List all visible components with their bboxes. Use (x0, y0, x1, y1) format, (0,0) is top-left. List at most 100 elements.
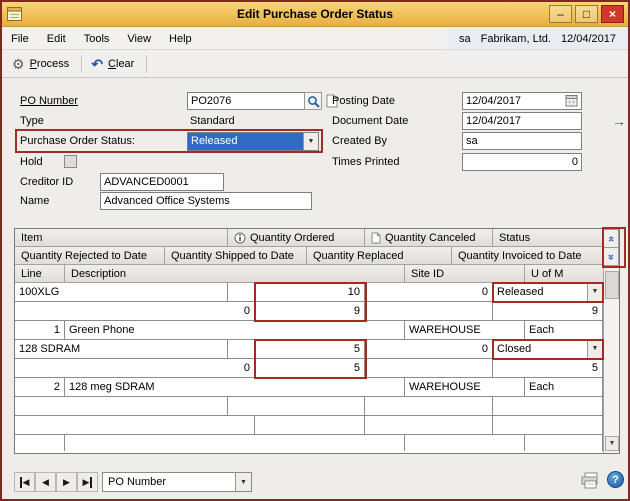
description-cell[interactable]: Green Phone (65, 321, 405, 339)
description-cell[interactable]: 128 meg SDRAM (65, 378, 405, 396)
line-number-cell: 1 (15, 321, 65, 339)
col-header-qty-shipped[interactable]: Quantity Shipped to Date (165, 247, 307, 265)
document-date-field[interactable]: 12/04/2017 (462, 112, 582, 130)
nav-next-record-button[interactable]: ▶ (56, 472, 77, 492)
scrollbar-down-arrow[interactable]: ▼ (605, 436, 619, 451)
print-button[interactable] (580, 472, 601, 492)
col-header-qty-rejected[interactable]: Quantity Rejected to Date (15, 247, 165, 265)
toolbar-separator (146, 55, 148, 73)
item-number-cell[interactable]: 100XLG (15, 283, 228, 301)
menu-edit[interactable]: Edit (38, 28, 75, 49)
menu-help[interactable]: Help (160, 28, 201, 49)
col-header-description-label: Description (71, 267, 127, 280)
col-header-line[interactable]: Line (15, 265, 65, 283)
line-number-cell: 2 (15, 378, 65, 396)
uom-cell[interactable]: Each (525, 321, 603, 339)
hold-checkbox[interactable] (64, 155, 77, 168)
qty-invoiced-cell[interactable]: 5 (493, 359, 603, 377)
close-button[interactable]: × (601, 5, 624, 23)
posting-date-field[interactable]: 12/04/2017 (462, 92, 582, 110)
title-bar: Edit Purchase Order Status – □ × (2, 2, 628, 27)
po-status-dropdown[interactable]: Released ▼ (187, 132, 319, 151)
menu-file[interactable]: File (2, 28, 38, 49)
item-row-2a: 128 SDRAM 5 0 Closed ▼ (15, 340, 603, 359)
po-lookup-button[interactable] (304, 92, 322, 110)
calendar-icon[interactable] (565, 94, 578, 110)
dropdown-arrow-icon[interactable]: ▼ (235, 473, 251, 491)
browse-by-value: PO Number (108, 476, 167, 488)
qty-canceled-cell[interactable]: 0 (365, 340, 493, 358)
line-items-grid: Item Quantity Ordered Quantity Canceled … (14, 228, 620, 454)
nav-first-record-button[interactable]: ◀ (14, 472, 35, 492)
item-row-1c: 1 Green Phone WAREHOUSE Each (15, 321, 603, 340)
scrollbar-thumb[interactable] (605, 271, 619, 299)
qty-replaced-cell[interactable] (365, 359, 493, 377)
nav-previous-record-button[interactable]: ◀ (35, 472, 56, 492)
next-record-icon: ▶ (63, 476, 70, 487)
qty-rejected-cell[interactable]: 0 (15, 302, 255, 320)
session-date[interactable]: 12/04/2017 (561, 33, 616, 45)
printer-icon (581, 472, 598, 489)
empty-row[interactable] (15, 435, 603, 451)
col-header-item[interactable]: Item (15, 229, 228, 247)
site-id-cell[interactable]: WAREHOUSE (405, 321, 525, 339)
col-header-uom[interactable]: U of M (525, 265, 603, 283)
col-header-description[interactable]: Description (65, 265, 405, 283)
col-header-qty-ordered[interactable]: Quantity Ordered (228, 229, 365, 247)
row-status-dropdown[interactable]: Closed ▼ (493, 340, 603, 358)
qty-ordered-cell[interactable]: 10 (228, 283, 365, 301)
vertical-scrollbar[interactable]: ▼ (603, 267, 619, 453)
process-label: Process (29, 58, 70, 70)
expansion-arrow-icon[interactable]: → (612, 113, 626, 129)
empty-row[interactable] (15, 397, 603, 416)
clear-label: Clear (108, 58, 135, 70)
qty-invoiced-cell[interactable]: 9 (493, 302, 603, 320)
browse-by-combobox[interactable]: PO Number ▼ (102, 472, 252, 492)
clear-button[interactable]: ↶ Clear (86, 55, 142, 73)
col-header-status[interactable]: Status (493, 229, 603, 247)
col-header-qty-ordered-label: Quantity Ordered (250, 231, 335, 244)
po-number-label[interactable]: PO Number (20, 95, 78, 107)
site-id-cell[interactable]: WAREHOUSE (405, 378, 525, 396)
row-status-dropdown[interactable]: Released ▼ (493, 283, 603, 301)
item-row-2b: 0 5 5 (15, 359, 603, 378)
col-header-qty-replaced[interactable]: Quantity Replaced (307, 247, 452, 265)
po-number-field[interactable]: PO2076 (187, 92, 305, 110)
qty-shipped-cell[interactable]: 9 (255, 302, 365, 320)
qty-ordered-cell[interactable]: 5 (228, 340, 365, 358)
qty-rejected-cell[interactable]: 0 (15, 359, 255, 377)
qty-shipped-cell[interactable]: 5 (255, 359, 365, 377)
po-status-label: Purchase Order Status: (20, 135, 135, 147)
col-header-status-label: Status (499, 231, 531, 244)
clear-undo-icon: ↶ (91, 56, 104, 72)
col-header-qty-canceled[interactable]: Quantity Canceled (365, 229, 493, 247)
minimize-button[interactable]: – (549, 5, 572, 23)
chevron-up-icon: « (605, 235, 617, 242)
qty-replaced-cell[interactable] (365, 302, 493, 320)
menu-tools[interactable]: Tools (75, 28, 119, 49)
process-button[interactable]: ⚙ Process (7, 55, 77, 73)
dropdown-arrow-icon[interactable]: ▼ (587, 340, 602, 358)
nav-last-record-button[interactable]: ▶ (77, 472, 98, 492)
dropdown-arrow-icon[interactable]: ▼ (303, 133, 318, 150)
help-button[interactable]: ? (607, 471, 624, 488)
scroll-prev-item-button[interactable]: « (603, 229, 619, 248)
menu-view[interactable]: View (118, 28, 160, 49)
previous-record-icon: ◀ (42, 476, 49, 487)
grid-side-controls: « « ▼ (603, 229, 619, 453)
maximize-button[interactable]: □ (575, 5, 598, 23)
qty-canceled-cell[interactable]: 0 (365, 283, 493, 301)
creditor-id-field[interactable]: ADVANCED0001 (100, 173, 224, 191)
col-header-site-id[interactable]: Site ID (405, 265, 525, 283)
name-field[interactable]: Advanced Office Systems (100, 192, 312, 210)
posting-date-label: Posting Date (332, 95, 395, 107)
uom-cell[interactable]: Each (525, 378, 603, 396)
col-header-qty-invoiced[interactable]: Quantity Invoiced to Date (452, 247, 603, 265)
dropdown-arrow-icon[interactable]: ▼ (587, 283, 602, 301)
scroll-next-item-button[interactable]: « (603, 247, 619, 266)
process-gear-icon: ⚙ (12, 56, 25, 72)
session-company[interactable]: Fabrikam, Ltd. (481, 33, 551, 45)
item-number-cell[interactable]: 128 SDRAM (15, 340, 228, 358)
created-by-field[interactable]: sa (462, 132, 582, 150)
empty-row[interactable] (15, 416, 603, 435)
